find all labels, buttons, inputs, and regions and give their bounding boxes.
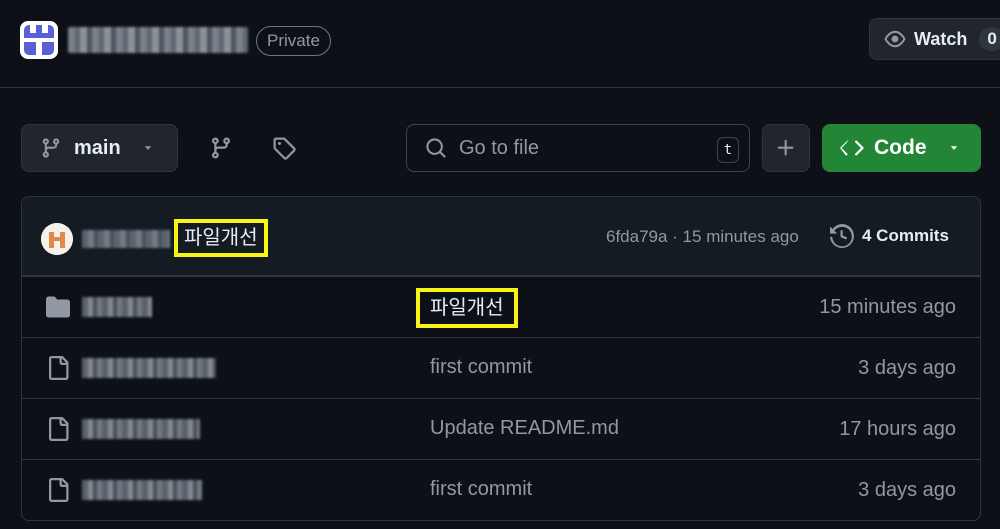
add-file-button[interactable] [762, 124, 810, 172]
visibility-badge: Private [256, 26, 331, 56]
row-updated-time: 15 minutes ago [819, 296, 956, 318]
eye-icon [884, 30, 906, 48]
repo-name-redacted[interactable] [68, 27, 248, 53]
file-browser: 파일개선 6fda79a · 15 minutes ago 4 Commits … [21, 196, 981, 521]
caret-down-icon [950, 146, 957, 150]
author-name-redacted[interactable] [82, 230, 170, 248]
row-commit-message[interactable]: first commit [430, 356, 532, 379]
file-name-redacted[interactable] [82, 419, 200, 439]
code-icon [840, 140, 864, 156]
latest-commit-message[interactable]: 파일개선 [174, 219, 268, 257]
search-placeholder: Go to file [459, 136, 540, 159]
latest-commit-bar: 파일개선 6fda79a · 15 minutes ago 4 Commits [22, 197, 980, 276]
row-commit-message[interactable]: 파일개선 [416, 288, 518, 328]
search-icon [426, 138, 446, 158]
commits-count-label: 4 Commits [862, 226, 949, 245]
row-updated-time: 17 hours ago [839, 418, 956, 440]
tag-icon [273, 137, 296, 160]
file-name-redacted[interactable] [82, 358, 216, 378]
file-icon [49, 417, 69, 441]
git-branch-icon [42, 138, 60, 158]
repo-header: Private Watch 0 [0, 0, 1000, 88]
file-icon [49, 478, 69, 502]
file-name-redacted[interactable] [82, 480, 202, 500]
author-avatar[interactable] [41, 223, 73, 255]
branch-selector[interactable]: main [21, 124, 178, 172]
branch-name: main [74, 136, 121, 159]
row-commit-message[interactable]: Update README.md [430, 417, 619, 440]
tags-button[interactable] [266, 130, 302, 166]
watch-label: Watch [914, 28, 968, 49]
repo-avatar[interactable] [20, 21, 58, 59]
file-row[interactable]: Update README.md 17 hours ago [22, 398, 980, 459]
row-commit-message[interactable]: first commit [430, 478, 532, 501]
watch-count: 0 [979, 27, 1000, 51]
file-row[interactable]: first commit 3 days ago [22, 459, 980, 520]
row-updated-time: 3 days ago [858, 357, 956, 379]
file-name-redacted[interactable] [82, 297, 152, 317]
branches-button[interactable] [203, 130, 239, 166]
code-label: Code [874, 136, 927, 159]
row-updated-time: 3 days ago [858, 479, 956, 501]
go-to-file-input[interactable]: Go to file t [406, 124, 750, 172]
watch-button[interactable]: Watch 0 [869, 18, 1000, 60]
git-branch-icon [212, 137, 230, 159]
file-row[interactable]: first commit 3 days ago [22, 337, 980, 398]
commit-sha-time[interactable]: 6fda79a · 15 minutes ago [606, 227, 799, 247]
commits-history-link[interactable]: 4 Commits [830, 224, 949, 248]
keyboard-shortcut-hint: t [717, 137, 739, 163]
caret-down-icon [144, 146, 151, 150]
plus-icon [777, 139, 794, 156]
history-icon [830, 224, 854, 248]
file-row[interactable]: 파일개선 15 minutes ago [22, 276, 980, 337]
folder-icon [46, 296, 70, 318]
code-button[interactable]: Code [822, 124, 981, 172]
file-icon [49, 356, 69, 380]
